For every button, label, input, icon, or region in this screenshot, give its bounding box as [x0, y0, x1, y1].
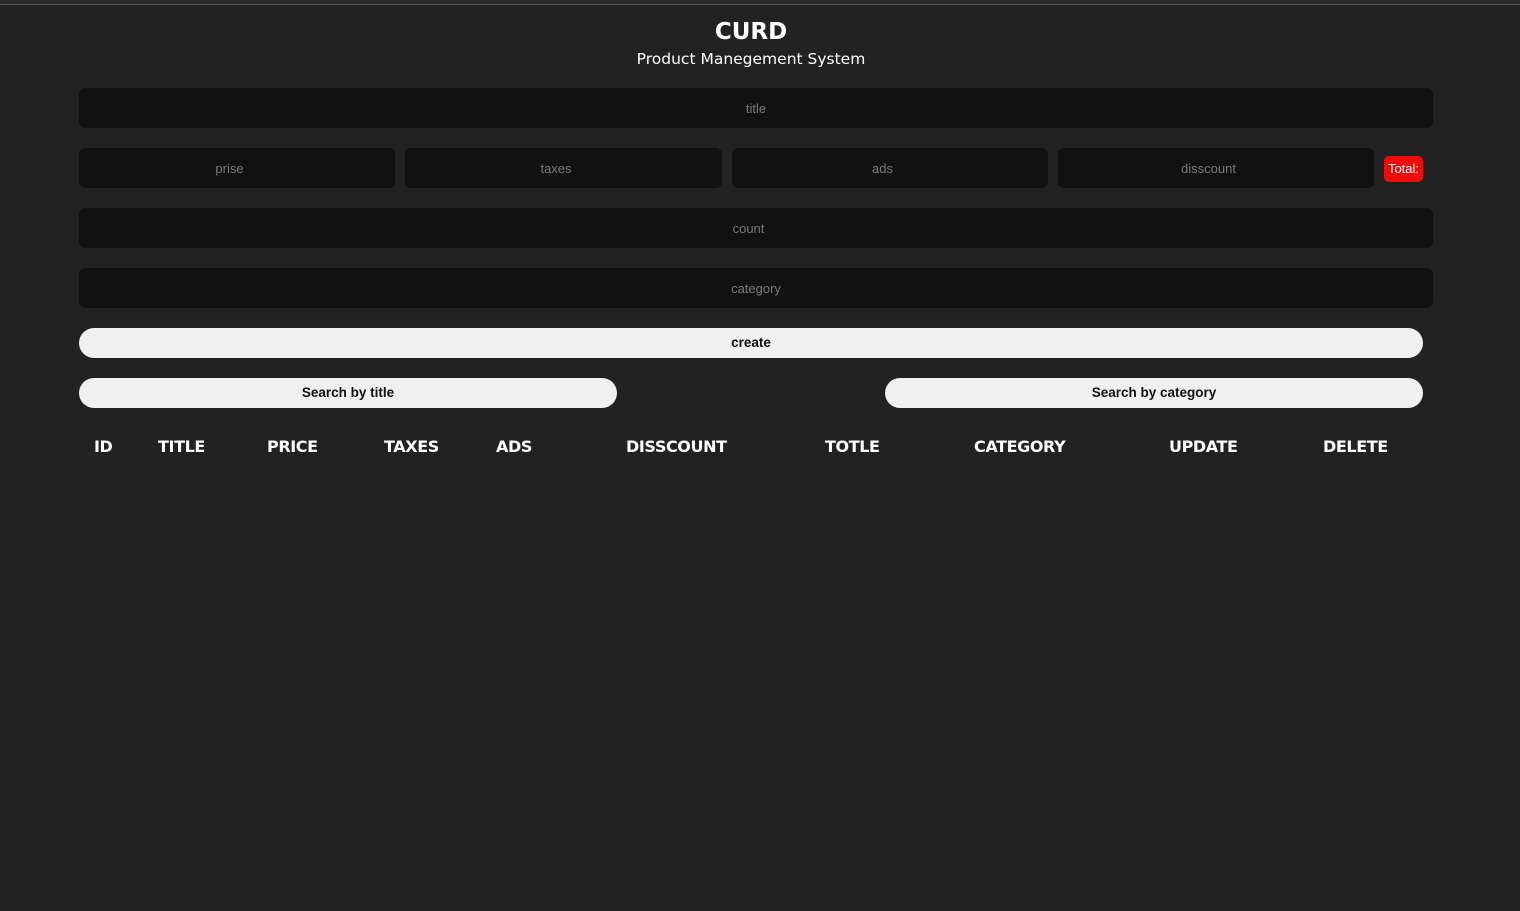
column-header-taxes: TAXES	[384, 437, 439, 456]
column-header-discount: DISSCOUNT	[626, 437, 727, 456]
search-by-category-button[interactable]: Search by category	[885, 378, 1423, 408]
page-title: CURD	[714, 19, 788, 45]
page-subtitle: Product Manegement System	[636, 50, 866, 68]
column-header-category: CATEGORY	[974, 437, 1066, 456]
column-header-delete: DELETE	[1323, 437, 1388, 456]
products-table-header: ID TITLE PRICE TAXES ADS DISSCOUNT TOTLE…	[79, 436, 1433, 458]
column-header-id: ID	[94, 437, 113, 456]
taxes-input[interactable]	[405, 148, 722, 188]
column-header-price: PRICE	[267, 437, 318, 456]
column-header-title: TITLE	[158, 437, 205, 456]
price-input[interactable]	[79, 148, 395, 188]
total-badge: Total:	[1384, 156, 1423, 182]
title-input[interactable]	[79, 88, 1433, 128]
discount-input[interactable]	[1058, 148, 1374, 188]
header: CURD Product Manegement System	[79, 18, 1423, 69]
window-top-border	[0, 0, 1520, 5]
column-header-ads: ADS	[496, 437, 532, 456]
count-input[interactable]	[79, 208, 1433, 248]
ads-input[interactable]	[732, 148, 1048, 188]
column-header-update: UPDATE	[1169, 437, 1238, 456]
search-by-title-button[interactable]: Search by title	[79, 378, 617, 408]
create-button[interactable]: create	[79, 328, 1423, 358]
category-input[interactable]	[79, 268, 1433, 308]
column-header-total: TOTLE	[825, 437, 880, 456]
